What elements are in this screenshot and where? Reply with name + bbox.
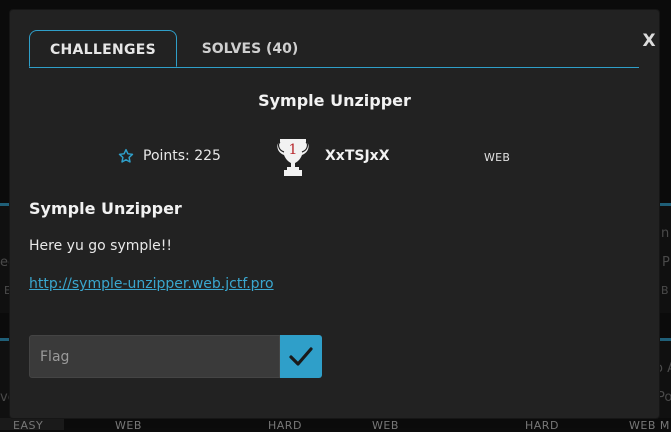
background-tag: WEB M — [629, 419, 670, 432]
submit-flag-button[interactable] — [280, 335, 322, 378]
challenge-category: WEB — [484, 151, 511, 164]
challenge-author: XxTSJxX — [325, 148, 390, 164]
background-text: Po — [657, 390, 671, 405]
challenge-points: Points: 225 — [143, 148, 221, 164]
background-tag: HARD — [268, 419, 302, 432]
checkmark-icon — [289, 347, 313, 366]
star-outline-icon — [118, 148, 134, 163]
tab-challenges[interactable]: CHALLENGES — [29, 30, 177, 67]
background-card-right-2 — [659, 338, 671, 418]
challenge-link[interactable]: http://symple-unzipper.web.jctf.pro — [29, 276, 274, 292]
tab-solves[interactable]: SOLVES (40) — [190, 32, 310, 66]
description-text: Here yu go symple!! — [29, 238, 172, 254]
background-tag: WEB — [372, 419, 399, 432]
background-tag: HARD — [525, 419, 559, 432]
background-tag: EASY — [13, 419, 44, 432]
background-tag: WEB — [115, 419, 142, 432]
flag-input[interactable] — [29, 335, 280, 378]
challenge-title: Symple Unzipper — [258, 91, 411, 110]
background-text: n — [661, 226, 670, 241]
close-button[interactable]: X — [638, 28, 660, 54]
background-text: P — [662, 255, 670, 270]
challenge-modal: X CHALLENGES SOLVES (40) Symple Unzipper… — [10, 10, 659, 418]
svg-text:1: 1 — [289, 142, 298, 158]
description-title: Symple Unzipper — [29, 199, 182, 218]
trophy-icon: 1 — [277, 139, 309, 176]
background-text: B — [661, 284, 669, 297]
